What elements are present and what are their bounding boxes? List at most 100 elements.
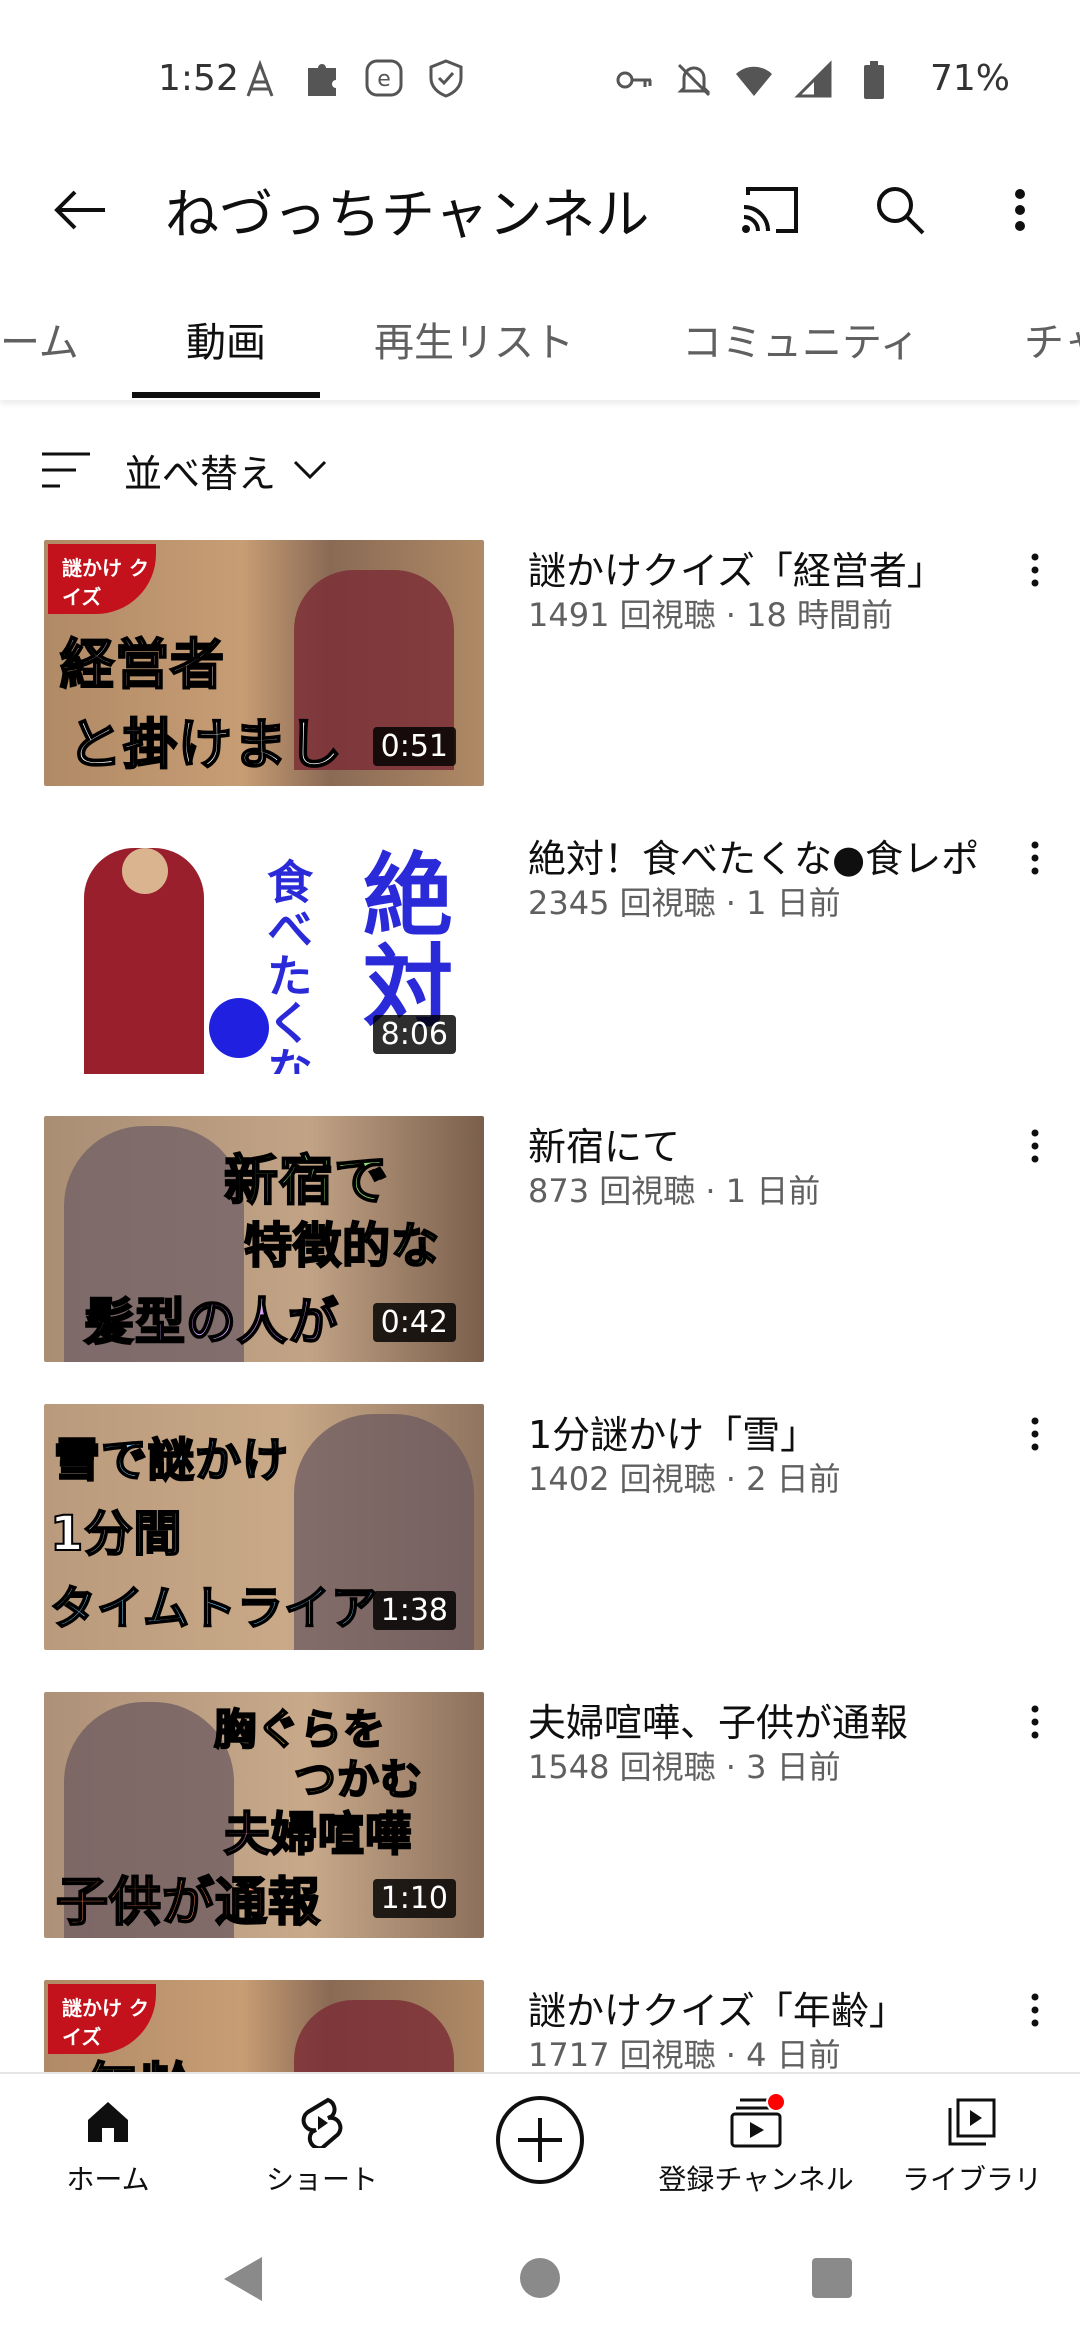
video-item[interactable]: 新宿で 特徴的な 髪型の人が 0:42 新宿にて 873 回視聴 · 1 日前 xyxy=(0,1116,1080,1364)
cast-button[interactable] xyxy=(730,170,810,250)
system-recents-icon[interactable] xyxy=(812,2258,852,2298)
video-more-button[interactable] xyxy=(1010,1116,1060,1176)
video-meta: 1717 回視聴 · 4 日前 xyxy=(528,2036,841,2072)
nav-label: 登録チャンネル xyxy=(658,2163,854,2196)
video-meta: 1548 回視聴 · 3 日前 xyxy=(528,1748,841,1786)
library-icon xyxy=(872,2092,1072,2152)
shorts-icon xyxy=(222,2092,422,2152)
video-meta: 1491 回視聴 · 18 時間前 xyxy=(528,596,894,634)
video-item[interactable]: 謎かけ クイズ 年齢 謎かけクイズ「年齢」 1717 回視聴 · 4 日前 xyxy=(0,1980,1080,2072)
vpn-key-icon xyxy=(614,60,654,100)
e-circle-icon: e xyxy=(364,58,404,98)
video-thumbnail[interactable]: 謎かけ クイズ 年齢 xyxy=(44,1980,484,2072)
duration-badge: 0:51 xyxy=(372,727,456,766)
nav-label: ホーム xyxy=(66,2163,150,2196)
sort-label: 並べ替え xyxy=(124,451,277,496)
tab-home[interactable]: ーム xyxy=(0,310,79,368)
thumbnail-text: 特徴的な xyxy=(243,1217,441,1275)
video-item[interactable]: 謎かけ クイズ 経営者 と掛けまし 0:51 謎かけクイズ「経営者」 1491 … xyxy=(0,540,1080,788)
sort-icon xyxy=(42,452,90,488)
video-item[interactable]: 雪で謎かけ 1分間 タイムトライア 1:38 1分謎かけ「雪」 1402 回視聴… xyxy=(0,1404,1080,1652)
thumbnail-text: 経営者 xyxy=(59,632,225,697)
thumbnail-text: 髪型の人が xyxy=(83,1292,339,1352)
status-time: 1:52 xyxy=(158,58,239,99)
duration-badge: 0:42 xyxy=(372,1303,456,1342)
cell-signal-icon xyxy=(794,60,834,100)
tab-community[interactable]: コミュニティ xyxy=(682,310,920,368)
video-title[interactable]: 新宿にて xyxy=(528,1116,680,1171)
create-button[interactable] xyxy=(496,2096,584,2184)
system-home-icon[interactable] xyxy=(520,2258,560,2298)
system-nav-bar xyxy=(0,2220,1080,2340)
search-icon xyxy=(877,187,925,235)
home-icon xyxy=(8,2092,208,2152)
video-item[interactable]: 胸ぐらを つかむ 夫婦喧嘩 子供が通報 1:10 夫婦喧嘩、子供が通報 1548… xyxy=(0,1692,1080,1940)
more-options-button[interactable] xyxy=(980,170,1060,250)
tab-playlists[interactable]: 再生リスト xyxy=(374,310,574,368)
video-title[interactable]: 夫婦喧嘩、子供が通報 xyxy=(528,1692,908,1747)
video-more-button[interactable] xyxy=(1010,1692,1060,1752)
subscriptions-icon xyxy=(656,2092,856,2152)
more-vert-icon xyxy=(1031,553,1039,587)
video-thumbnail[interactable]: 雪で謎かけ 1分間 タイムトライア 1:38 xyxy=(44,1404,484,1650)
back-arrow-icon xyxy=(54,190,105,230)
notification-badge xyxy=(766,2092,786,2112)
thumbnail-text: 夫婦喧嘩 xyxy=(223,1806,412,1862)
status-right-icons xyxy=(614,60,894,100)
bell-off-icon xyxy=(674,60,714,100)
thumbnail-text: 絶対 xyxy=(347,848,452,1030)
shield-icon xyxy=(426,58,466,98)
nav-home[interactable]: ホーム xyxy=(8,2092,208,2198)
video-more-button[interactable] xyxy=(1010,1404,1060,1464)
video-item[interactable]: 絶対 食べたくな 8:06 絶対！食べたくな●食レポ 2345 回視聴 · 1 … xyxy=(0,828,1080,1076)
puzzle-icon xyxy=(302,58,342,98)
wifi-icon xyxy=(734,60,774,100)
chevron-down-icon xyxy=(293,460,327,480)
back-button[interactable] xyxy=(40,170,120,250)
duration-badge: 1:10 xyxy=(372,1879,456,1918)
battery-icon xyxy=(854,60,894,100)
thumbnail-circle xyxy=(209,998,269,1058)
nav-shorts[interactable]: ショート xyxy=(222,2092,422,2198)
system-back-icon[interactable] xyxy=(222,2255,264,2303)
nav-label: ライブラリ xyxy=(901,2163,1042,2196)
video-title[interactable]: 謎かけクイズ「経営者」 xyxy=(528,540,945,595)
more-vert-icon xyxy=(1031,841,1039,875)
thumbnail-text: と掛けまし xyxy=(67,712,343,777)
cast-icon xyxy=(742,187,798,233)
channel-tabs: ーム 動画 再生リスト コミュニティ チャ xyxy=(0,290,1080,400)
more-vert-icon xyxy=(1031,1993,1039,2027)
video-title[interactable]: 謎かけクイズ「年齢」 xyxy=(528,1980,907,2035)
video-meta: 2345 回視聴 · 1 日前 xyxy=(528,884,841,922)
video-more-button[interactable] xyxy=(1010,540,1060,600)
video-thumbnail[interactable]: 胸ぐらを つかむ 夫婦喧嘩 子供が通報 1:10 xyxy=(44,1692,484,1938)
sort-button[interactable]: 並べ替え xyxy=(40,440,328,500)
video-more-button[interactable] xyxy=(1010,828,1060,888)
video-thumbnail[interactable]: 絶対 食べたくな 8:06 xyxy=(44,828,484,1074)
duration-badge: 8:06 xyxy=(372,1015,456,1054)
nav-subscriptions[interactable]: 登録チャンネル xyxy=(656,2092,856,2198)
thumbnail-text: タイムトライア xyxy=(49,1580,379,1636)
nav-library[interactable]: ライブラリ xyxy=(872,2092,1072,2198)
video-thumbnail[interactable]: 新宿で 特徴的な 髪型の人が 0:42 xyxy=(44,1116,484,1362)
video-meta: 1402 回視聴 · 2 日前 xyxy=(528,1460,841,1498)
plus-icon xyxy=(518,2118,562,2162)
search-button[interactable] xyxy=(860,170,940,250)
duration-badge: 1:38 xyxy=(372,1591,456,1630)
status-bar: 1:52 e 71% xyxy=(0,0,1080,150)
channel-title: ねづっちチャンネル xyxy=(165,183,650,246)
thumbnail-text: 新宿で xyxy=(223,1148,389,1213)
tab-channels[interactable]: チャ xyxy=(1024,310,1080,368)
more-vert-icon xyxy=(1015,189,1025,231)
thumbnail-text: 雪で謎かけ xyxy=(53,1432,289,1488)
status-left-icons: e xyxy=(240,58,466,98)
video-more-button[interactable] xyxy=(1010,1980,1060,2040)
thumbnail-text: 子供が通報 xyxy=(55,1872,322,1934)
network-activity-icon xyxy=(240,58,280,98)
video-thumbnail[interactable]: 謎かけ クイズ 経営者 と掛けまし 0:51 xyxy=(44,540,484,786)
video-meta: 873 回視聴 · 1 日前 xyxy=(528,1172,821,1210)
tab-videos[interactable]: 動画 xyxy=(186,310,266,368)
video-title[interactable]: 絶対！食べたくな●食レポ xyxy=(528,828,979,883)
video-title[interactable]: 1分謎かけ「雪」 xyxy=(528,1404,818,1459)
bottom-nav: ホーム ショート 登録チャンネル ライブラリ xyxy=(0,2072,1080,2220)
